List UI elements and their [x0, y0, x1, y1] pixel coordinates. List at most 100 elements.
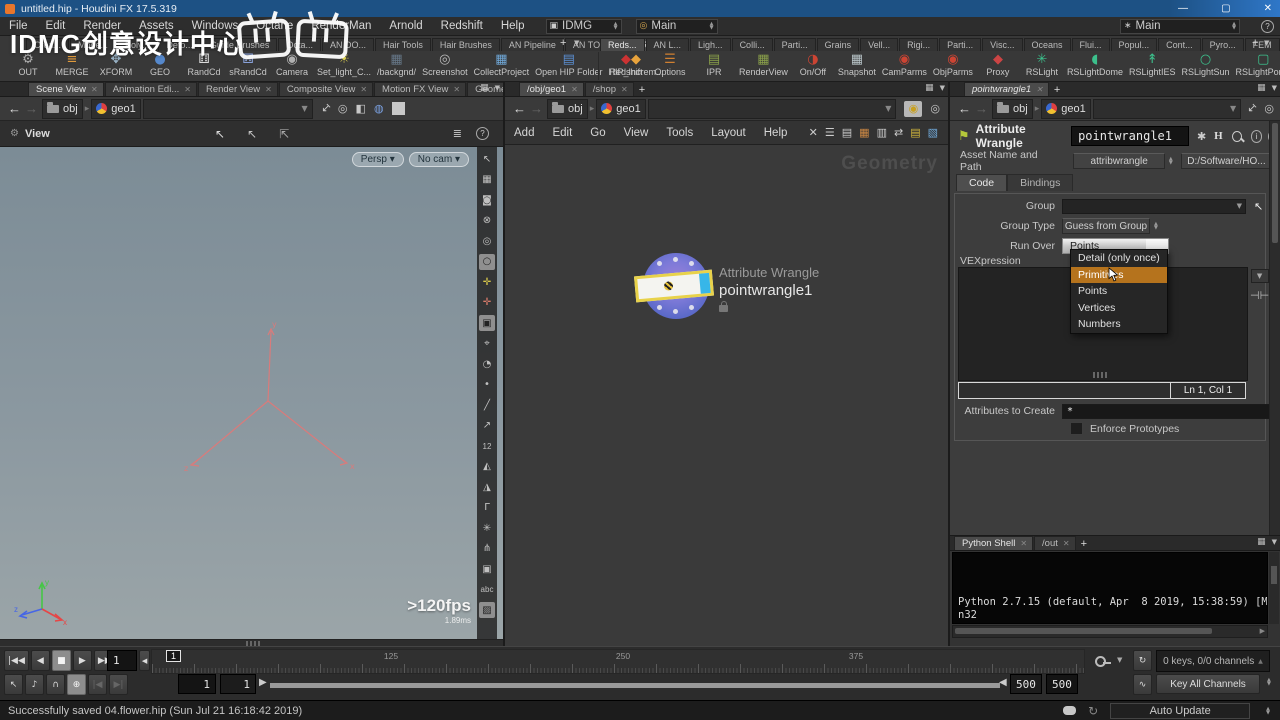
scrollbar-thumb[interactable] — [1271, 566, 1277, 584]
pane-tab[interactable]: Python Shell✕ — [954, 536, 1033, 550]
close-tab-icon[interactable]: ✕ — [1036, 85, 1043, 94]
close-tab-icon[interactable]: ✕ — [453, 85, 460, 94]
shelf-tool[interactable]: ☰ Options — [648, 52, 692, 77]
pane-tab[interactable]: /obj/geo1✕ — [519, 82, 584, 96]
pane-menu-icon[interactable]: ▼ — [1272, 84, 1277, 92]
shelf-tab[interactable]: Parti... — [774, 38, 816, 51]
viewport-tool-icon[interactable]: ◮ — [479, 479, 495, 495]
shelf-tab[interactable]: Rigi... — [899, 38, 938, 51]
chevron-down-icon[interactable]: ▼ — [1237, 202, 1245, 210]
console-vscrollbar[interactable] — [1269, 552, 1279, 624]
handles-cursor-icon[interactable]: ⇱ — [279, 127, 289, 141]
shelf-menu-icon[interactable]: ▼ — [1264, 39, 1269, 47]
shelf-tab[interactable]: AN L... — [646, 38, 690, 51]
viewport-tool-icon[interactable]: ⊗ — [479, 213, 495, 229]
viewport-tool-icon[interactable]: ▨ — [479, 602, 495, 618]
shelf-tab[interactable]: Hair Tools — [375, 38, 431, 51]
maximize-button[interactable]: ▢ — [1221, 3, 1230, 14]
scrollbar-thumb[interactable] — [1272, 123, 1278, 243]
playback-start-field[interactable]: 1 — [220, 674, 256, 694]
breadcrumb-root[interactable]: obj — [42, 99, 83, 119]
shelf-tool[interactable]: ◉ ObjParms — [930, 52, 976, 77]
viewport-tool-icon[interactable]: ↗ — [479, 418, 495, 434]
menu-item[interactable]: Redshift — [432, 20, 492, 32]
shelf-tool[interactable]: ▦ CollectProject — [471, 52, 533, 77]
dropdown-menu-item[interactable]: Primitives — [1071, 267, 1167, 284]
close-tab-icon[interactable]: ✕ — [621, 85, 628, 94]
menu-item[interactable]: Edit — [543, 127, 581, 139]
close-tab-icon[interactable]: ✕ — [1020, 539, 1027, 548]
pane-tab[interactable]: Scene View✕ — [28, 82, 104, 96]
message-bubble-icon[interactable] — [1063, 706, 1076, 715]
viewport-tool-icon[interactable]: ✳ — [479, 520, 495, 536]
shelf-tool[interactable]: ≡ MERGE — [50, 52, 94, 77]
pane-tab[interactable]: Animation Edi...✕ — [105, 82, 197, 96]
close-tab-icon[interactable]: ✕ — [360, 85, 367, 94]
shelf-tab[interactable]: Parti... — [939, 38, 981, 51]
breadcrumb-node[interactable]: geo1 — [91, 99, 140, 119]
resize-grip[interactable] — [1093, 372, 1107, 378]
breadcrumb-root[interactable]: obj — [547, 99, 588, 119]
forward-icon[interactable]: → — [530, 101, 543, 116]
menu-item[interactable]: View — [615, 127, 658, 139]
pin-icon[interactable]: ↧ — [1244, 101, 1260, 117]
menu-item[interactable]: Add — [505, 127, 543, 139]
display-options-icon[interactable]: ≣ — [453, 127, 462, 140]
viewport-tool-icon[interactable]: ◔ — [479, 356, 495, 372]
shelf-tool[interactable]: ⚄ sRandCd — [226, 52, 270, 77]
forward-icon[interactable]: → — [975, 101, 988, 116]
shelf-tool[interactable]: ▦ RenderView — [736, 52, 791, 77]
playback-end-field[interactable]: 500 — [1010, 674, 1042, 694]
node-name-field[interactable]: pointwrangle1 — [1071, 126, 1189, 146]
node-pointwrangle1[interactable]: Attribute Wrangle pointwrangle1 — [643, 253, 819, 319]
back-icon[interactable]: ← — [513, 101, 526, 116]
breadcrumb-root[interactable]: obj — [992, 99, 1033, 119]
shelf-tool[interactable]: ▤ Open HIP Folder — [532, 52, 605, 77]
menu-item[interactable]: Windows — [183, 20, 248, 32]
enforce-prototypes-checkbox[interactable] — [1070, 422, 1083, 435]
python-console[interactable]: Python 2.7.15 (default, Apr 8 2019, 15:3… — [952, 552, 1268, 624]
info-icon[interactable]: i — [1251, 130, 1263, 143]
pane-menu-icon[interactable]: ▼ — [940, 84, 945, 92]
shelf-tool[interactable]: ◎ Screenshot — [419, 52, 471, 77]
desktop-switch-combo[interactable]: ∗ Main ▲▼ — [1120, 19, 1240, 34]
pane-menu-icon[interactable]: ▼ — [1272, 538, 1277, 546]
dropdown-menu-item[interactable]: Vertices — [1071, 300, 1167, 317]
add-pane-tab-button[interactable]: + — [635, 84, 649, 96]
shelf-tab[interactable]: Visc... — [982, 38, 1022, 51]
shelf-tool[interactable]: ✳ RSLight — [1020, 52, 1064, 77]
key-menu-icon[interactable]: ▼ — [1117, 656, 1122, 664]
range-start-field[interactable]: 1 — [178, 674, 216, 694]
menu-item[interactable]: Arnold — [380, 20, 431, 32]
shelf-tab[interactable]: Vell... — [860, 38, 898, 51]
network-toolbar-icon[interactable]: ▦ — [859, 126, 869, 139]
playback-option-button[interactable]: ♪ — [25, 674, 44, 695]
viewport-tool-icon[interactable]: ⌖ — [479, 336, 495, 352]
shelf-tool[interactable]: ◉ CamParms — [879, 52, 930, 77]
shelf-tab[interactable]: Poly... — [117, 38, 157, 51]
menu-item[interactable]: RenderMan — [302, 20, 380, 32]
viewport-tool-icon[interactable]: abc — [479, 582, 495, 598]
select-cursor-icon[interactable]: ↖ — [215, 127, 225, 141]
shelf-tool[interactable]: ▤ IPR — [692, 52, 736, 77]
close-tab-icon[interactable]: ✕ — [265, 85, 272, 94]
path-field[interactable]: ▼ — [143, 99, 313, 119]
transport-button[interactable]: ▶ — [73, 650, 92, 671]
select-objects-cursor-icon[interactable]: ↖ — [247, 127, 257, 141]
recook-icon[interactable]: ↻ — [1088, 704, 1098, 718]
transport-button[interactable]: ■ — [52, 650, 71, 671]
range-slider-left-handle[interactable]: ▶ — [259, 677, 267, 688]
shelf-tool[interactable]: ● GEO — [138, 52, 182, 77]
viewport-tool-icon[interactable]: ✛ — [479, 295, 495, 311]
shelf-tab[interactable]: Oceans — [1024, 38, 1071, 51]
path-field[interactable]: ▼ — [648, 99, 897, 119]
spinner-icon[interactable]: ▲▼ — [1154, 222, 1158, 230]
link-target-icon[interactable]: ◎ — [1264, 102, 1274, 115]
shelf-menu-icon[interactable]: ▼ — [574, 39, 579, 47]
transport-button[interactable]: ◀ — [31, 650, 50, 671]
viewport-tool-icon[interactable]: ▦ — [479, 172, 495, 188]
close-tab-icon[interactable]: ✕ — [1063, 539, 1070, 548]
viewport-tool-icon[interactable]: ⋔ — [479, 541, 495, 557]
add-shelf-tab-button[interactable]: + — [1248, 37, 1262, 49]
viewport-tool-icon[interactable]: • — [479, 377, 495, 393]
